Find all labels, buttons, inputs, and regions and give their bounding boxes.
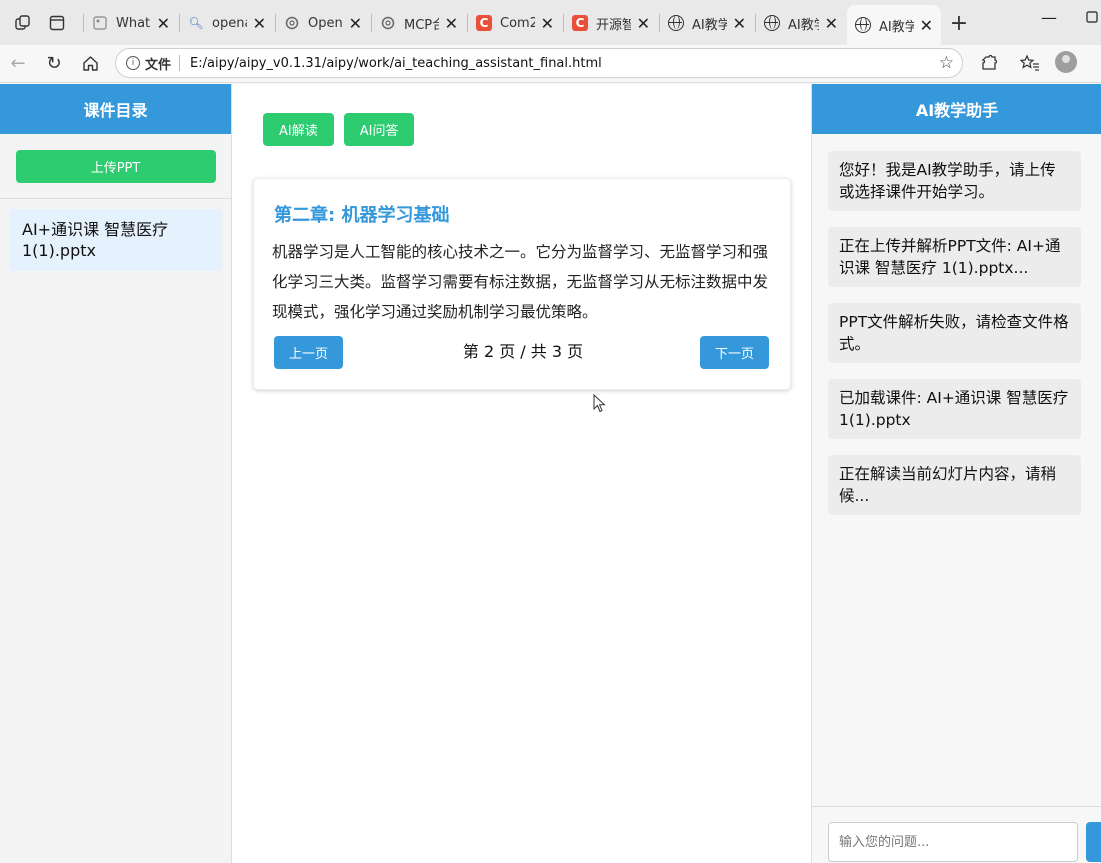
slide-title: 第二章: 机器学习基础 — [274, 205, 450, 226]
courseware-file-item[interactable]: AI+通识课 智慧医疗 1(1).pptx — [10, 209, 222, 271]
globe-icon — [855, 17, 871, 33]
close-icon[interactable]: ✕ — [637, 14, 650, 33]
minimize-icon[interactable]: — — [1041, 8, 1057, 27]
tab-title: AI教学 — [879, 19, 914, 35]
close-icon[interactable]: ✕ — [541, 14, 554, 33]
prev-page-button[interactable]: 上一页 — [274, 336, 344, 369]
profile-avatar[interactable] — [1055, 51, 1077, 73]
chat-message: 正在解读当前幻灯片内容，请稍候... — [828, 455, 1081, 515]
chat-message: 正在上传并解析PPT文件: AI+通识课 智慧医疗 1(1).pptx... — [828, 227, 1081, 287]
browser-tab[interactable]: 🔍︎ opena ✕ — [180, 6, 274, 40]
globe-icon — [764, 15, 780, 31]
close-icon[interactable]: ✕ — [253, 14, 266, 33]
chat-message: 已加载课件: AI+通识课 智慧医疗 1(1).pptx — [828, 379, 1081, 439]
refresh-icon[interactable]: ↻ — [42, 51, 66, 75]
favorites-icon[interactable] — [1018, 51, 1042, 75]
send-button[interactable] — [1086, 822, 1101, 862]
browser-tab[interactable]: C 开源智 ✕ — [564, 6, 658, 40]
back-icon[interactable]: ← — [6, 51, 30, 75]
tab-title: AI教学 — [788, 17, 819, 33]
c-logo-icon: C — [476, 15, 492, 31]
new-tab-icon[interactable]: + — [946, 10, 972, 36]
openai-icon — [380, 15, 396, 31]
more-icon[interactable]: · — [1090, 51, 1101, 75]
url-text: E:/aipy/aipy_v0.1.31/aipy/work/ai_teachi… — [190, 55, 602, 71]
ai-interpret-button[interactable]: AI解读 — [263, 113, 334, 146]
tab-actions-icon[interactable] — [44, 10, 70, 36]
browser-tab[interactable]: What i ✕ — [84, 6, 178, 40]
tab-title: OpenA — [308, 15, 343, 31]
address-field[interactable]: i 文件 E:/aipy/aipy_v0.1.31/aipy/work/ai_t… — [115, 48, 963, 78]
assistant-title: AI教学助手 — [812, 84, 1101, 134]
openai-icon — [284, 15, 300, 31]
tab-title: opena — [212, 15, 247, 31]
browser-tab[interactable]: MCP合 ✕ — [372, 6, 466, 40]
tab-title: Com2 — [500, 15, 535, 31]
slide-content: 机器学习是人工智能的核心技术之一。它分为监督学习、无监督学习和强化学习三大类。监… — [272, 243, 769, 321]
browser-tab[interactable]: OpenA ✕ — [276, 6, 370, 40]
chat-input-bar — [812, 806, 1101, 863]
chat-message: 您好！我是AI教学助手，请上传或选择课件开始学习。 — [828, 151, 1081, 211]
browser-tab[interactable]: C Com2 ✕ — [468, 6, 562, 40]
browser-tab[interactable]: AI教学 ✕ — [756, 6, 846, 40]
slide-viewer: AI解读 AI问答 第二章: 机器学习基础 机器学习是人工智能的核心技术之一。它… — [232, 84, 811, 863]
close-icon[interactable]: ✕ — [445, 14, 458, 33]
globe-icon — [668, 15, 684, 31]
next-page-button[interactable]: 下一页 — [700, 336, 770, 369]
tab-title: MCP合 — [404, 17, 439, 33]
chat-message: PPT文件解析失败，请检查文件格式。 — [828, 303, 1081, 363]
sidebar-title: 课件目录 — [0, 84, 231, 134]
favorite-star-icon[interactable]: ☆ — [939, 53, 954, 73]
courseware-sidebar: 课件目录 上传PPT AI+通识课 智慧医疗 1(1).pptx — [0, 84, 232, 863]
scheme-label: 文件 — [145, 57, 172, 73]
tab-title: What i — [116, 15, 151, 31]
workspaces-icon[interactable] — [10, 10, 36, 36]
close-icon[interactable]: ✕ — [349, 14, 362, 33]
slide-card: 第二章: 机器学习基础 机器学习是人工智能的核心技术之一。它分为监督学习、无监督… — [253, 178, 791, 390]
tab-title: AI教学 — [692, 17, 727, 33]
c-logo-icon: C — [572, 15, 588, 31]
info-icon[interactable]: i — [126, 56, 140, 70]
tab-title: 开源智 — [596, 17, 631, 33]
close-icon[interactable]: ✕ — [920, 16, 933, 35]
page-viewport: 课件目录 上传PPT AI+通识课 智慧医疗 1(1).pptx AI解读 AI… — [0, 84, 1101, 863]
mouse-cursor-icon — [593, 394, 606, 413]
browser-tab-active[interactable]: AI教学 ✕ — [847, 5, 941, 45]
address-bar-row: ← ↻ i 文件 E:/aipy/aipy_v0.1.31/aipy/work/… — [0, 45, 1101, 83]
question-input[interactable] — [828, 822, 1078, 862]
close-icon[interactable]: ✕ — [157, 14, 170, 33]
home-icon[interactable] — [78, 51, 102, 75]
maximize-icon[interactable] — [1086, 8, 1098, 27]
extensions-icon[interactable] — [977, 51, 1001, 75]
close-icon[interactable]: ✕ — [733, 14, 746, 33]
assistant-panel: AI教学助手 您好！我是AI教学助手，请上传或选择课件开始学习。 正在上传并解析… — [811, 84, 1101, 863]
search-icon: 🔍︎ — [188, 16, 204, 30]
browser-tab-bar: What i ✕ 🔍︎ opena ✕ OpenA ✕ MCP合 ✕ C Com… — [0, 0, 1101, 45]
browser-tab[interactable]: AI教学 ✕ — [660, 6, 754, 40]
ai-qa-button[interactable]: AI问答 — [343, 113, 415, 146]
image-icon — [92, 15, 108, 31]
upload-ppt-button[interactable]: 上传PPT — [15, 150, 216, 183]
chat-message-list: 您好！我是AI教学助手，请上传或选择课件开始学习。 正在上传并解析PPT文件: … — [828, 151, 1081, 531]
close-icon[interactable]: ✕ — [825, 14, 838, 33]
